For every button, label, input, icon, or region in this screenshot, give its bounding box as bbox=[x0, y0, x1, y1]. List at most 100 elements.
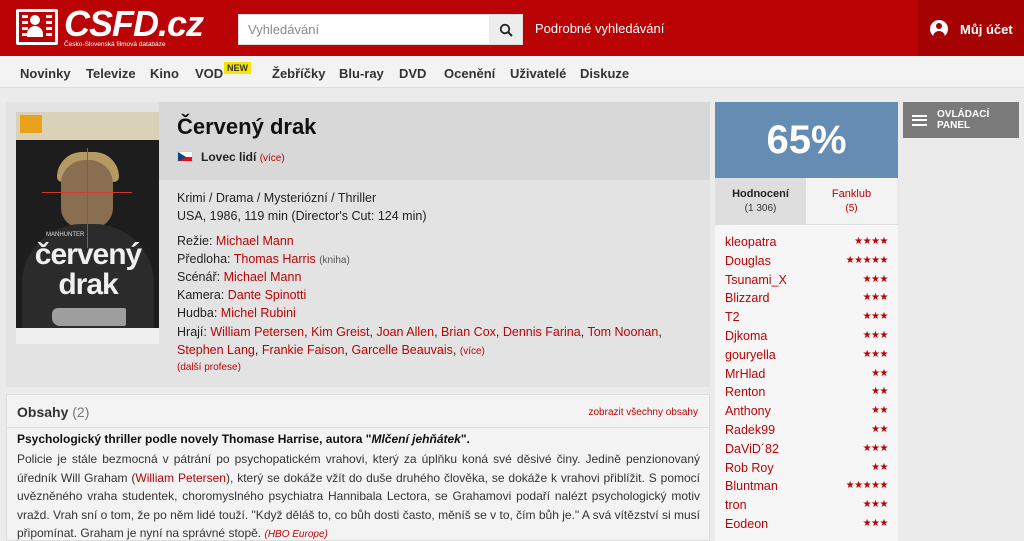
credit-name-link[interactable]: Thomas Harris bbox=[234, 252, 316, 266]
actor-link[interactable]: William Petersen bbox=[210, 325, 304, 339]
plot-lead-suffix: ". bbox=[460, 432, 470, 446]
tab-ratings[interactable]: Hodnocení (1 306) bbox=[715, 178, 806, 224]
credit-name-link[interactable]: Michel Rubini bbox=[221, 306, 296, 320]
plot-source: (HBO Europe) bbox=[264, 529, 328, 540]
actor-link[interactable]: Brian Cox bbox=[441, 325, 496, 339]
nav-item-uzivatele[interactable]: Uživatelé bbox=[510, 66, 566, 81]
alternate-title: Lovec lidí (více) bbox=[201, 150, 285, 164]
logo-person-body bbox=[27, 26, 43, 37]
film-poster[interactable]: MANHUNTER červený drak bbox=[16, 112, 159, 344]
logo-text: CSFD.cz bbox=[64, 3, 204, 44]
user-link[interactable]: DaViD´82 bbox=[725, 442, 779, 456]
credit-name-link[interactable]: Dante Spinotti bbox=[228, 288, 307, 302]
user-link[interactable]: Douglas bbox=[725, 254, 771, 268]
user-ratings-list: kleopatra ★★★★ Douglas ★★★★★ Tsunami_X ★★★ Bli… bbox=[715, 224, 898, 541]
nav-item-kino[interactable]: Kino bbox=[150, 66, 179, 81]
nav-item-zebricky[interactable]: Žebříčky bbox=[272, 66, 325, 81]
actor-link[interactable]: Frankie Faison bbox=[262, 343, 345, 357]
rating-stars: ★★★ bbox=[862, 311, 889, 323]
user-link[interactable]: Djkoma bbox=[725, 329, 767, 343]
nav-item-bluray[interactable]: Blu-ray bbox=[339, 66, 384, 81]
user-link[interactable]: Anthony bbox=[725, 404, 771, 418]
user-link[interactable]: MrHlad bbox=[725, 367, 765, 381]
poster-title: červený drak bbox=[34, 238, 142, 301]
nav-item-novinky[interactable]: Novinky bbox=[20, 66, 71, 81]
user-link[interactable]: gouryella bbox=[725, 348, 776, 362]
user-link[interactable]: Bluntman bbox=[725, 479, 778, 493]
film-info-box: MANHUNTER červený drak Červený drak Love… bbox=[6, 102, 710, 387]
user-rating-row: Anthony ★★ bbox=[725, 401, 888, 420]
rating-stars: ★★★ bbox=[862, 292, 889, 304]
user-link[interactable]: Blizzard bbox=[725, 291, 769, 305]
search-box bbox=[238, 14, 523, 45]
user-rating-row: Bluntman ★★★★★ bbox=[725, 476, 889, 495]
plot-actor-link[interactable]: William Petersen bbox=[135, 471, 226, 485]
user-link[interactable]: T2 bbox=[725, 310, 740, 324]
more-professions-link[interactable]: (další profese) bbox=[177, 362, 241, 373]
actor-link[interactable]: Kim Greist bbox=[311, 325, 369, 339]
credit-label: Scénář: bbox=[177, 270, 221, 284]
credit-label: Hrají: bbox=[177, 325, 207, 339]
nav-item-televize[interactable]: Televize bbox=[86, 66, 136, 81]
actor-link[interactable]: Tom Noonan bbox=[587, 325, 658, 339]
user-icon bbox=[930, 20, 948, 38]
film-title: Červený drak bbox=[177, 114, 317, 139]
actors-more-link[interactable]: (více) bbox=[460, 346, 485, 357]
search-button[interactable] bbox=[489, 15, 522, 44]
control-panel-button[interactable]: OVLÁDACÍ PANEL bbox=[903, 102, 1019, 138]
site-logo[interactable]: CSFD.cz Česko-Slovenská filmová databáze bbox=[16, 3, 204, 49]
rating-stars: ★★★★ bbox=[854, 236, 888, 247]
poster-top-band bbox=[16, 112, 159, 140]
credit-label: Hudba: bbox=[177, 306, 218, 320]
plot-heading: Obsahy (2) bbox=[17, 404, 89, 420]
actor-link[interactable]: Joan Allen bbox=[376, 325, 434, 339]
user-link[interactable]: Renton bbox=[725, 385, 765, 399]
user-link[interactable]: tron bbox=[725, 498, 747, 512]
actor-link[interactable]: Garcelle Beauvais bbox=[351, 343, 452, 357]
user-rating-row: gouryella ★★★ bbox=[725, 345, 889, 364]
nav-item-oceneni[interactable]: Ocenění bbox=[444, 66, 495, 81]
credit-director: Režie: Michael Mann bbox=[177, 234, 294, 248]
account-label: Můj účet bbox=[960, 21, 1013, 37]
poster-badge bbox=[20, 115, 42, 133]
tab-ratings-count: (1 306) bbox=[744, 203, 777, 214]
actor-link[interactable]: Stephen Lang bbox=[177, 343, 255, 357]
rating-stars: ★★ bbox=[871, 424, 888, 435]
alt-titles-more-link[interactable]: (více) bbox=[260, 153, 285, 164]
plot-lead-prefix: Psychologický thriller podle novely Thom… bbox=[17, 432, 372, 446]
rating-box: 65% bbox=[715, 102, 898, 178]
credit-note: (kniha) bbox=[319, 255, 350, 266]
rating-stars: ★★★★★ bbox=[845, 254, 889, 266]
rating-stars: ★★★ bbox=[862, 499, 889, 511]
show-all-plots-link[interactable]: zobrazit všechny obsahy bbox=[588, 407, 698, 418]
actor-link[interactable]: Dennis Farina bbox=[503, 325, 581, 339]
user-rating-row: tron ★★★ bbox=[725, 495, 889, 514]
user-rating-row: Djkoma ★★★ bbox=[725, 326, 889, 345]
credit-screenplay: Scénář: Michael Mann bbox=[177, 270, 301, 284]
rating-stars: ★★ bbox=[871, 367, 888, 379]
advanced-search-link[interactable]: Podrobné vyhledávání bbox=[535, 21, 664, 36]
credit-label: Kamera: bbox=[177, 288, 225, 302]
tab-fanclub[interactable]: Fanklub (5) bbox=[806, 178, 897, 224]
user-link[interactable]: Eodeon bbox=[725, 517, 768, 531]
user-rating-row: Douglas ★★★★★ bbox=[725, 251, 889, 270]
plot-heading-text: Obsahy bbox=[17, 404, 69, 420]
account-button[interactable]: Můj účet bbox=[930, 20, 1013, 38]
credit-name-link[interactable]: Michael Mann bbox=[224, 270, 302, 284]
rating-stars: ★★★ bbox=[862, 348, 889, 360]
user-link[interactable]: Rob Roy bbox=[725, 461, 774, 475]
user-link[interactable]: kleopatra bbox=[725, 235, 776, 249]
nav-item-vod[interactable]: VOD bbox=[195, 66, 223, 81]
film-genres: Krimi / Drama / Mysteriózní / Thriller bbox=[177, 191, 377, 205]
nav-item-diskuze[interactable]: Diskuze bbox=[580, 66, 629, 81]
rating-stars: ★★ bbox=[871, 405, 888, 417]
user-link[interactable]: Tsunami_X bbox=[725, 273, 787, 287]
credit-music: Hudba: Michel Rubini bbox=[177, 306, 296, 320]
rating-stars: ★★★ bbox=[862, 273, 889, 285]
search-input[interactable] bbox=[239, 15, 489, 44]
nav-item-dvd[interactable]: DVD bbox=[399, 66, 426, 81]
poster-gun bbox=[52, 308, 126, 326]
credit-name-link[interactable]: Michael Mann bbox=[216, 234, 294, 248]
logo-person-head bbox=[30, 15, 40, 25]
user-link[interactable]: Radek99 bbox=[725, 423, 775, 437]
